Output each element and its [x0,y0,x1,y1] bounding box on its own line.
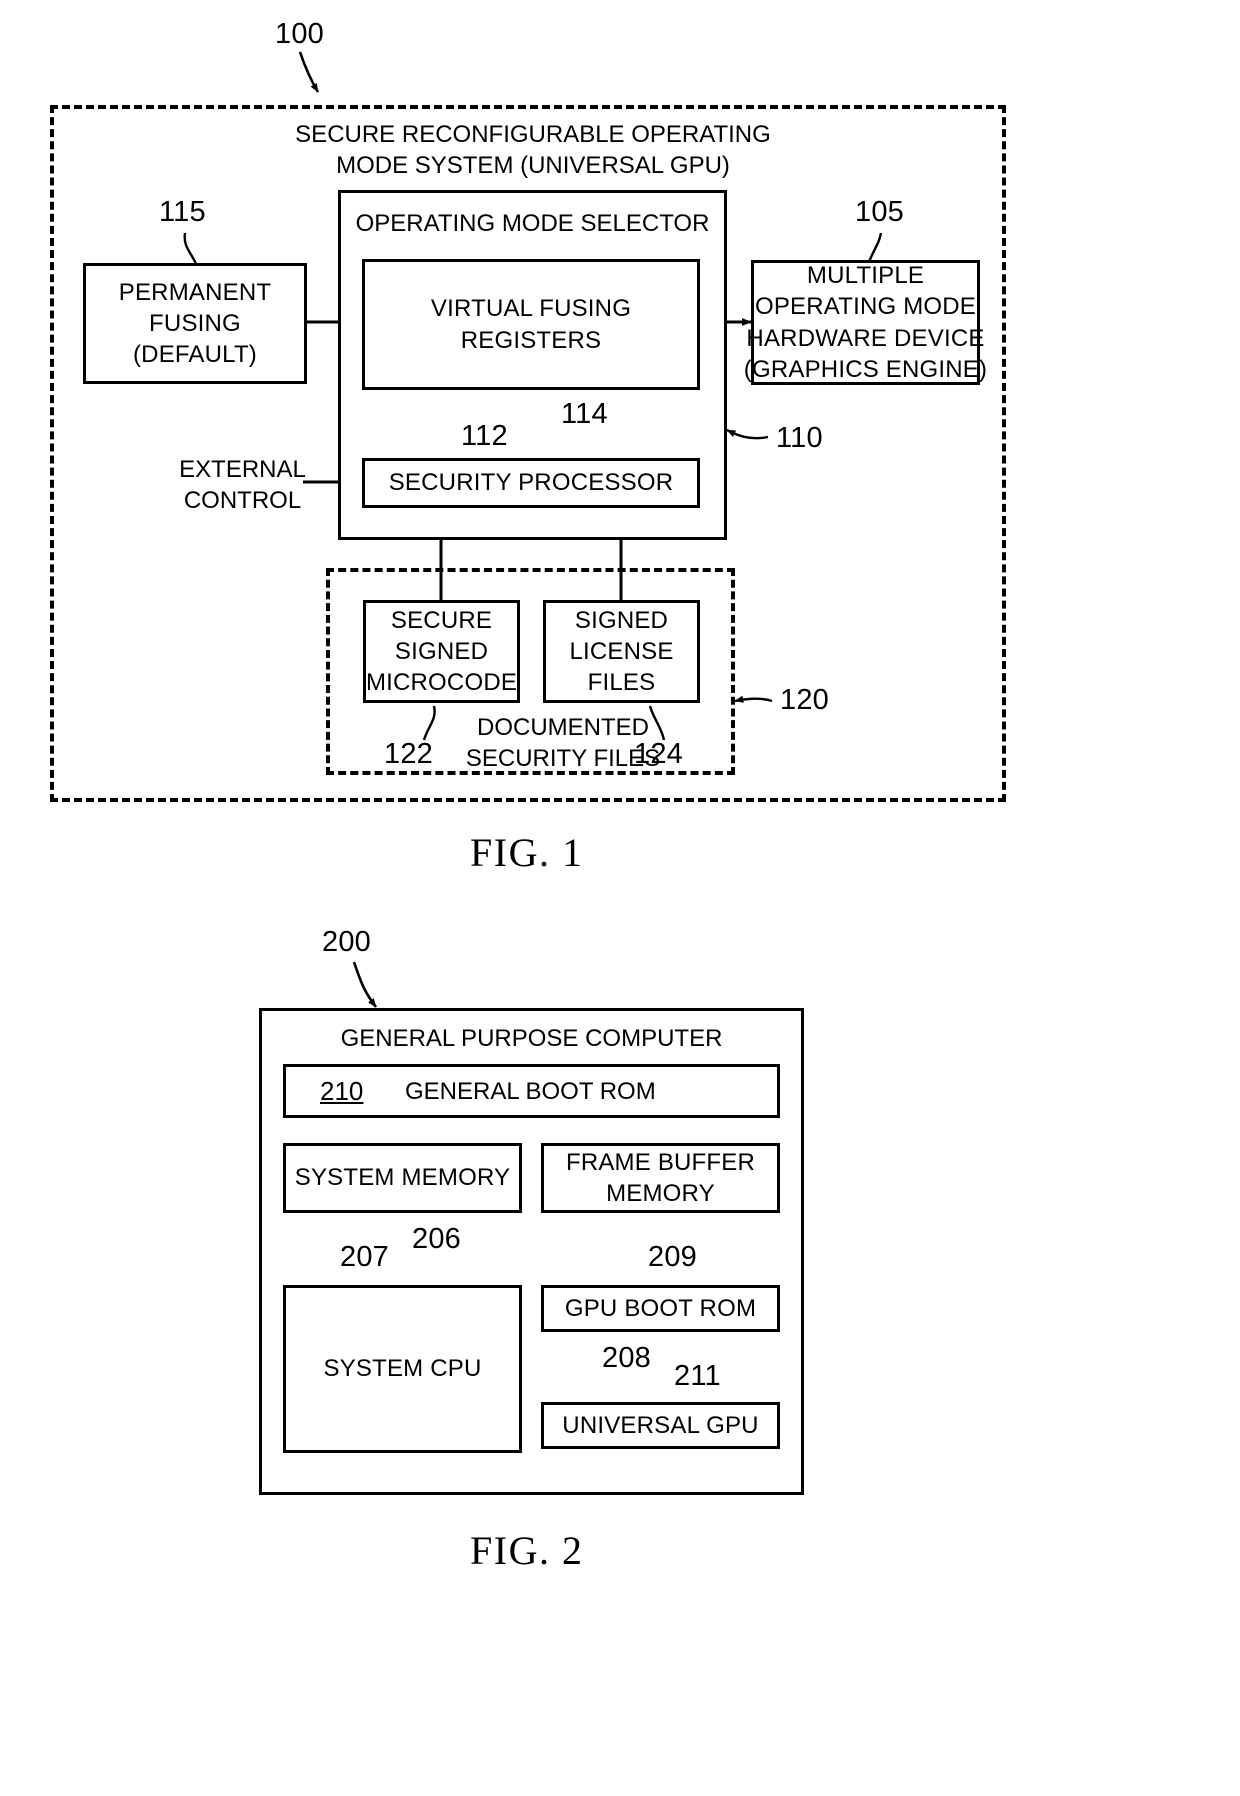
ref-100: 100 [275,18,324,50]
block-security-processor: SECURITY PROCESSOR [362,458,700,508]
general-boot-rom-label: GENERAL BOOT ROM [405,1078,656,1105]
block-multiple-operating-mode-hardware-device: MULTIPLE OPERATING MODE HARDWARE DEVICE … [744,260,987,385]
ref-207: 207 [340,1241,389,1273]
ref-115: 115 [159,196,206,228]
ref-200: 200 [322,926,371,958]
system-title-line1: SECURE RECONFIGURABLE OPERATING [295,121,771,148]
ref-209: 209 [648,1241,697,1273]
block-permanent-fusing: PERMANENT FUSING (DEFAULT) [83,263,307,384]
ref-208: 208 [602,1342,651,1374]
ref-120: 120 [780,684,829,716]
block-virtual-fusing-registers: VIRTUAL FUSING REGISTERS [362,259,700,390]
ref-114: 114 [561,398,608,430]
figure-1-caption: FIG. 1 [470,830,584,875]
ref-105: 105 [855,196,904,228]
label-external-control: EXTERNAL CONTROL [179,456,306,514]
system-title-line2: MODE SYSTEM (UNIVERSAL GPU) [336,152,730,179]
ref-206: 206 [412,1223,461,1255]
block-signed-license-files: SIGNED LICENSE FILES [543,600,700,703]
block-frame-buffer-memory: FRAME BUFFER MEMORY [541,1143,780,1213]
patent-drawing-sheet: 100 SECURE RECONFIGURABLE OPERATING MODE… [0,0,1240,1796]
figure-2-caption: FIG. 2 [470,1528,584,1573]
block-system-memory: SYSTEM MEMORY [283,1143,522,1213]
ref-124: 124 [634,738,683,770]
general-purpose-computer-label: GENERAL PURPOSE COMPUTER [340,1025,723,1052]
ref-211: 211 [674,1360,721,1392]
ref-110: 110 [776,422,823,454]
ref-122: 122 [384,738,433,770]
block-universal-gpu: UNIVERSAL GPU [541,1402,780,1449]
general-boot-rom-ref: 210 [320,1076,364,1106]
block-secure-signed-microcode: SECURE SIGNED MICROCODE [363,600,520,703]
operating-mode-selector-label: OPERATING MODE SELECTOR [355,210,710,237]
block-gpu-boot-rom: GPU BOOT ROM [541,1285,780,1332]
ref-112: 112 [461,420,508,452]
block-system-cpu: SYSTEM CPU [283,1285,522,1453]
